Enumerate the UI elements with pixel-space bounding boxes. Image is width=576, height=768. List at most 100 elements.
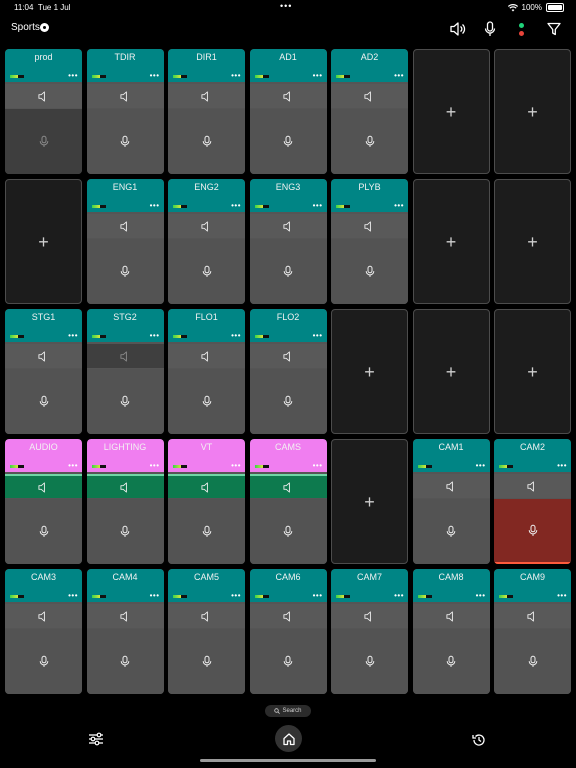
talk-button[interactable] [412,499,490,564]
more-options-button[interactable]: ••• [150,201,160,210]
channel-tile[interactable]: LIGHTING ••• [86,439,164,564]
add-channel-button[interactable]: + [412,49,490,174]
channel-tile[interactable]: STG1 ••• [5,309,82,434]
history-icon[interactable] [471,732,487,748]
channel-header[interactable]: FLO1 ••• [168,309,245,342]
talk-button[interactable] [86,369,164,434]
listen-button[interactable] [86,604,164,628]
more-options-button[interactable]: ••• [394,591,404,600]
channel-tile[interactable]: CAM6 ••• [249,569,327,694]
channel-header[interactable]: CAM7 ••• [331,569,408,602]
listen-button[interactable] [249,474,327,498]
listen-button[interactable] [331,604,408,628]
listen-button[interactable] [5,344,82,368]
listen-button[interactable] [412,604,490,628]
more-options-button[interactable]: ••• [231,461,241,470]
home-indicator[interactable] [200,759,376,762]
channel-header[interactable]: ENG1 ••• [86,179,164,212]
add-channel-button[interactable]: + [494,309,571,434]
channel-tile[interactable]: AD2 ••• [331,49,408,174]
listen-button[interactable] [494,604,571,628]
channel-tile[interactable]: CAM7 ••• [331,569,408,694]
more-options-button[interactable]: ••• [68,591,78,600]
talk-button[interactable] [5,369,82,434]
more-options-button[interactable]: ••• [313,461,323,470]
listen-button[interactable] [494,474,571,498]
channel-tile[interactable]: CAM3 ••• [5,569,82,694]
more-options-button[interactable]: ••• [231,591,241,600]
talk-button[interactable] [168,239,245,304]
channel-tile[interactable]: PLYB ••• [331,179,408,304]
channel-header[interactable]: TDIR ••• [86,49,164,82]
talk-button[interactable] [86,629,164,694]
listen-button[interactable] [86,84,164,108]
channel-tile[interactable]: CAM1 ••• [412,439,490,564]
channel-header[interactable]: ENG2 ••• [168,179,245,212]
channel-header[interactable]: CAM4 ••• [86,569,164,602]
more-options-button[interactable]: ••• [476,591,486,600]
listen-button[interactable] [5,474,82,498]
listen-button[interactable] [168,604,245,628]
listen-button[interactable] [249,84,327,108]
channel-header[interactable]: LIGHTING ••• [86,439,164,472]
more-options-button[interactable]: ••• [313,331,323,340]
talk-button[interactable] [249,369,327,434]
filter-icon[interactable] [545,20,562,38]
channel-header[interactable]: VT ••• [168,439,245,472]
more-options-button[interactable]: ••• [313,71,323,80]
add-channel-button[interactable]: + [494,179,571,304]
more-options-button[interactable]: ••• [557,461,567,470]
listen-button[interactable] [331,214,408,238]
channel-tile[interactable]: VT ••• [168,439,245,564]
listen-button[interactable] [168,344,245,368]
more-options-button[interactable]: ••• [557,591,567,600]
talk-button[interactable] [494,629,571,694]
home-button[interactable] [275,725,302,752]
more-options-button[interactable]: ••• [231,71,241,80]
more-options-button[interactable]: ••• [68,331,78,340]
channel-header[interactable]: AD2 ••• [331,49,408,82]
more-options-button[interactable]: ••• [476,461,486,470]
channel-tile[interactable]: CAM2 ••• [494,439,571,564]
talk-button[interactable] [412,629,490,694]
talk-button[interactable] [331,109,408,174]
channel-tile[interactable]: ENG1 ••• [86,179,164,304]
more-options-button[interactable]: ••• [150,591,160,600]
talk-button[interactable] [249,629,327,694]
microphone-icon[interactable] [481,20,498,38]
talk-button[interactable] [168,109,245,174]
channel-header[interactable]: CAM6 ••• [249,569,327,602]
more-options-button[interactable]: ••• [313,591,323,600]
talk-button[interactable] [168,629,245,694]
channel-header[interactable]: CAM9 ••• [494,569,571,602]
channel-tile[interactable]: CAM5 ••• [168,569,245,694]
more-options-button[interactable]: ••• [150,331,160,340]
channel-tile[interactable]: AUDIO ••• [5,439,82,564]
listen-button[interactable] [249,344,327,368]
channel-tile[interactable]: FLO2 ••• [249,309,327,434]
channel-header[interactable]: PLYB ••• [331,179,408,212]
listen-button[interactable] [168,84,245,108]
channel-header[interactable]: AUDIO ••• [5,439,82,472]
channel-tile[interactable]: CAM9 ••• [494,569,571,694]
talk-button[interactable] [494,499,571,564]
channel-header[interactable]: CAM5 ••• [168,569,245,602]
talk-button[interactable] [86,109,164,174]
talk-button[interactable] [168,369,245,434]
listen-button[interactable] [331,84,408,108]
add-channel-button[interactable]: + [494,49,571,174]
channel-tile[interactable]: TDIR ••• [86,49,164,174]
channel-tile[interactable]: prod ••• [5,49,82,174]
talk-button[interactable] [5,109,82,174]
add-channel-button[interactable]: + [412,179,490,304]
channel-tile[interactable]: DIR1 ••• [168,49,245,174]
channel-header[interactable]: ENG3 ••• [249,179,327,212]
channel-tile[interactable]: CAMS ••• [249,439,327,564]
listen-button[interactable] [86,214,164,238]
channel-header[interactable]: STG2 ••• [86,309,164,342]
channel-tile[interactable]: FLO1 ••• [168,309,245,434]
channel-tile[interactable]: AD1 ••• [249,49,327,174]
listen-button[interactable] [86,474,164,498]
channel-tile[interactable]: ENG3 ••• [249,179,327,304]
channel-tile[interactable]: ENG2 ••• [168,179,245,304]
